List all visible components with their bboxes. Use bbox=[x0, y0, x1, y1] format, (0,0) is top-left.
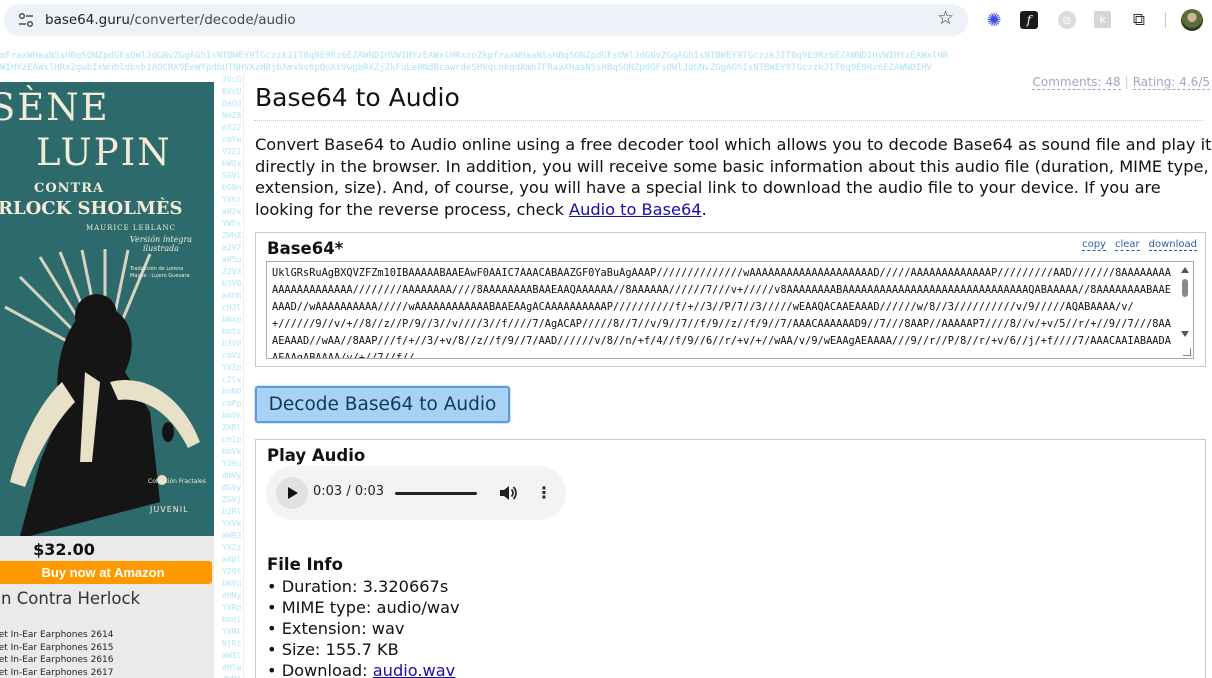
file-info-list: • Duration: 3.320667s • MIME type: audio… bbox=[267, 576, 460, 678]
browser-toolbar: base64.guru/converter/decode/audio ☆ ✺ f… bbox=[0, 0, 1212, 40]
scroll-thumb[interactable] bbox=[1182, 279, 1188, 297]
page-stats: Comments: 48 | Rating: 4.6/5 bbox=[1032, 75, 1210, 90]
page-title: Base64 to Audio bbox=[255, 83, 460, 112]
audio-output-panel: Play Audio 0:03 / 0:03 ⋮ File Info • Dur… bbox=[255, 439, 1206, 678]
info-download-prefix: • Download: bbox=[267, 661, 373, 678]
background-noise-line: WIHYzEAWxlHRxZgwbIxWnbldbvb1AOCRX9EeWYpd… bbox=[0, 63, 932, 73]
book-subtitle: RLOCK SHOLMÈS bbox=[0, 198, 183, 219]
ad-list-item[interactable]: set In-Ear Earphones 2617 bbox=[0, 667, 114, 678]
ad-product-name[interactable]: pin Contra Herlock bbox=[0, 589, 140, 608]
scroll-down-icon[interactable] bbox=[1181, 331, 1189, 337]
background-noise-line: mFraxWHaaNSsHBqSONZpdGFsOWlJdGNvZGgAGhIs… bbox=[0, 51, 949, 61]
book-imprint: JUVENIL bbox=[150, 505, 189, 514]
audio-to-base64-link[interactable]: Audio to Base64 bbox=[569, 200, 702, 219]
book-cover-image[interactable]: RSÈNE LUPIN CONTRA RLOCK SHOLMÈS MAURICE… bbox=[0, 82, 214, 536]
decode-button[interactable]: Decode Base64 to Audio bbox=[255, 386, 510, 423]
volume-icon[interactable] bbox=[498, 483, 518, 503]
textarea-scrollbar[interactable] bbox=[1178, 263, 1192, 343]
book-subtitle: CONTRA bbox=[34, 181, 105, 196]
ad-price: $32.00 bbox=[33, 540, 95, 559]
resize-handle-icon[interactable] bbox=[1183, 348, 1191, 356]
buy-now-button[interactable]: Buy now at Amazon bbox=[0, 561, 212, 584]
compass-icon[interactable]: ⊘ bbox=[1058, 11, 1076, 29]
base64-input-panel: Base64* copy clear download UklGRsRuAgBXQV… bbox=[255, 232, 1206, 367]
play-icon[interactable] bbox=[276, 477, 308, 509]
url-host: base64.guru bbox=[45, 12, 130, 28]
avatar[interactable] bbox=[1181, 9, 1203, 31]
copy-link[interactable]: copy bbox=[1082, 239, 1106, 251]
info-download: • Download: audio.wav bbox=[267, 660, 460, 678]
file-info-title: File Info bbox=[267, 555, 343, 574]
k-icon[interactable]: k bbox=[1094, 11, 1111, 28]
play-audio-label: Play Audio bbox=[267, 446, 366, 465]
scroll-up-icon[interactable] bbox=[1181, 267, 1189, 273]
title-divider bbox=[254, 120, 1204, 121]
book-collection: Colección Fractales bbox=[148, 478, 206, 485]
url-path: /converter/decode/audio bbox=[129, 12, 296, 28]
audio-player[interactable]: 0:03 / 0:03 ⋮ bbox=[266, 466, 566, 520]
input-tools: copy clear download bbox=[1073, 239, 1197, 251]
puzzle-icon[interactable]: ⧉ bbox=[1129, 10, 1149, 30]
description-suffix: . bbox=[701, 199, 707, 219]
main-content: Comments: 48 | Rating: 4.6/5 Base64 to Aud… bbox=[243, 73, 1212, 678]
rating-link[interactable]: Rating: 4.6/5 bbox=[1132, 75, 1210, 90]
star-icon[interactable]: ☆ bbox=[937, 9, 954, 28]
book-credits: Traducción de Lorena Mayhe · Lujero Guev… bbox=[130, 266, 190, 279]
tune-icon[interactable] bbox=[18, 13, 34, 27]
base64-label: Base64* bbox=[267, 239, 344, 258]
info-mime: • MIME type: audio/wav bbox=[267, 598, 460, 617]
url-text[interactable]: base64.guru/converter/decode/audio bbox=[45, 12, 296, 28]
ad-list-item[interactable]: set In-Ear Earphones 2616 bbox=[0, 654, 114, 667]
base64-textarea[interactable]: UklGRsRuAgBXQVZFZm10IBAAAAABAAEAwF0AAIC7… bbox=[266, 261, 1194, 359]
toolbar-divider bbox=[1165, 12, 1166, 28]
description-text: Convert Base64 to Audio online using a f… bbox=[255, 135, 1212, 219]
page-description: Convert Base64 to Audio online using a f… bbox=[255, 134, 1212, 220]
info-extension: • Extension: wav bbox=[267, 619, 405, 638]
base64-text: UklGRsRuAgBXQVZFZm10IBAAAAABAAEAwF0AAIC7… bbox=[272, 267, 1171, 359]
more-vert-icon[interactable]: ⋮ bbox=[536, 484, 552, 502]
address-bar[interactable]: base64.guru/converter/decode/audio ☆ bbox=[4, 4, 968, 36]
ad-sidebar: RSÈNE LUPIN CONTRA RLOCK SHOLMÈS MAURICE… bbox=[0, 82, 214, 678]
info-size: • Size: 155.7 KB bbox=[267, 640, 399, 659]
stats-separator: | bbox=[1124, 75, 1129, 89]
book-title-line: LUPIN bbox=[36, 131, 172, 174]
book-author: MAURICE LEBLANC bbox=[86, 224, 176, 232]
download-link[interactable]: download bbox=[1148, 239, 1197, 251]
info-duration: • Duration: 3.320667s bbox=[267, 577, 449, 596]
ad-list-item[interactable]: set In-Ear Earphones 2615 bbox=[0, 642, 114, 655]
ad-list-item[interactable]: set In-Ear Earphones 2614 bbox=[0, 629, 114, 642]
book-edition: Versión íntegra ilustrada bbox=[129, 235, 193, 253]
gear-flower-icon[interactable]: ✺ bbox=[984, 10, 1004, 31]
audio-download-link[interactable]: audio.wav bbox=[373, 661, 455, 678]
book-title-line: RSÈNE bbox=[0, 86, 110, 129]
background-noise-column: 3VcGBVxUQaQdNmZ8eXJ2cmYwV2Z1bWQxSGVlbG9n… bbox=[222, 75, 242, 678]
f-script-icon[interactable]: f bbox=[1020, 11, 1038, 29]
comments-link[interactable]: Comments: 48 bbox=[1032, 75, 1121, 90]
audio-time: 0:03 / 0:03 bbox=[313, 484, 385, 499]
clear-link[interactable]: clear bbox=[1114, 239, 1140, 251]
audio-progress-bar[interactable] bbox=[395, 492, 477, 495]
ad-product-list: set In-Ear Earphones 2614 set In-Ear Ear… bbox=[0, 629, 114, 678]
